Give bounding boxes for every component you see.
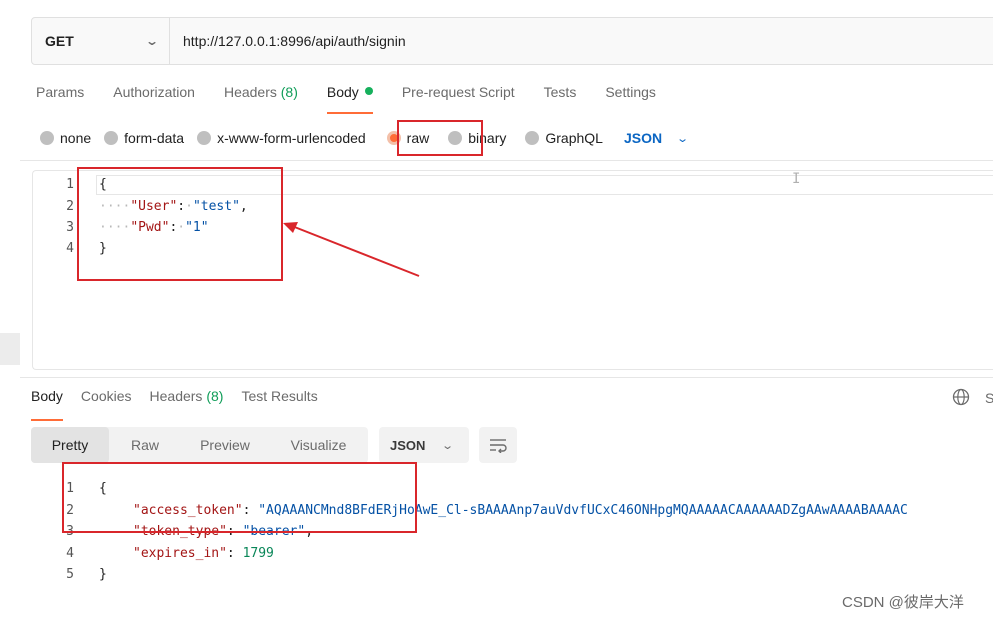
response-view-modes: Pretty Raw Preview Visualize — [31, 427, 368, 463]
view-pretty-button[interactable]: Pretty — [31, 427, 109, 463]
response-tabs: Body Cookies Headers (8) Test Results — [31, 388, 336, 421]
chevron-down-icon: ⌄ — [676, 132, 690, 145]
response-tab-cookies[interactable]: Cookies — [81, 388, 132, 414]
radio-circle-icon — [104, 131, 119, 145]
divider — [20, 377, 993, 378]
tab-headers[interactable]: Headers (8) — [224, 84, 298, 110]
line-number: 2 — [66, 199, 74, 214]
wrap-lines-icon — [490, 439, 507, 453]
body-format-select[interactable]: JSON ⌄ — [624, 130, 690, 146]
headers-count: (8) — [280, 84, 298, 100]
divider — [20, 160, 993, 161]
response-line-4: "expires_in": 1799 — [133, 546, 274, 561]
line-number: 3 — [66, 220, 74, 235]
method-select[interactable]: GET ⌄ — [32, 18, 170, 64]
chevron-down-icon: ⌄ — [144, 34, 160, 48]
annotation-box-request-body — [77, 167, 283, 281]
tab-tests[interactable]: Tests — [544, 84, 577, 110]
radio-circle-icon — [525, 131, 540, 145]
radio-none[interactable]: none — [40, 130, 91, 146]
annotation-box-access-token — [62, 462, 417, 533]
response-format-select[interactable]: JSON ⌄ — [379, 427, 469, 463]
wrap-lines-button[interactable] — [479, 427, 517, 463]
sidebar-highlight — [0, 333, 20, 365]
radio-form-data[interactable]: form-data — [104, 130, 184, 146]
headers-count: (8) — [206, 388, 224, 404]
line-number: 4 — [66, 546, 74, 561]
globe-icon[interactable] — [952, 388, 970, 406]
left-sidebar-edge — [0, 0, 20, 619]
view-visualize-button[interactable]: Visualize — [269, 427, 368, 463]
radio-graphql[interactable]: GraphQL — [525, 130, 603, 146]
radio-circle-icon — [197, 131, 212, 145]
annotation-box-raw — [397, 120, 483, 156]
response-tab-headers[interactable]: Headers (8) — [150, 388, 224, 414]
line-number: 5 — [66, 567, 74, 582]
tab-params[interactable]: Params — [36, 84, 84, 110]
url-input[interactable]: http://127.0.0.1:8996/api/auth/signin — [170, 18, 993, 64]
line-number: 1 — [66, 177, 74, 192]
tab-settings[interactable]: Settings — [605, 84, 656, 110]
text-cursor-icon: I — [792, 171, 801, 187]
request-tabs: Params Authorization Headers (8) Body Pr… — [36, 84, 685, 114]
body-type-radio-group: none form-data x-www-form-urlencoded raw… — [40, 127, 690, 149]
line-number: 4 — [66, 241, 74, 256]
watermark: CSDN @彼岸大洋 — [842, 594, 964, 611]
radio-x-www-form-urlencoded[interactable]: x-www-form-urlencoded — [197, 130, 366, 146]
response-status-truncated: S — [985, 390, 993, 406]
response-tab-body[interactable]: Body — [31, 388, 63, 421]
tab-body[interactable]: Body — [326, 84, 373, 114]
tab-authorization[interactable]: Authorization — [113, 84, 195, 110]
body-active-dot-icon — [364, 87, 373, 95]
tab-pre-request-script[interactable]: Pre-request Script — [402, 84, 515, 110]
active-tab-underline — [326, 112, 373, 114]
response-tab-test-results[interactable]: Test Results — [241, 388, 317, 414]
view-raw-button[interactable]: Raw — [109, 427, 181, 463]
method-label: GET — [45, 33, 74, 49]
request-url-bar: GET ⌄ http://127.0.0.1:8996/api/auth/sig… — [31, 17, 993, 65]
chevron-down-icon: ⌄ — [441, 439, 455, 452]
active-tab-underline — [31, 419, 63, 421]
view-preview-button[interactable]: Preview — [181, 427, 269, 463]
radio-circle-icon — [40, 131, 54, 145]
response-line-5: } — [99, 567, 107, 582]
